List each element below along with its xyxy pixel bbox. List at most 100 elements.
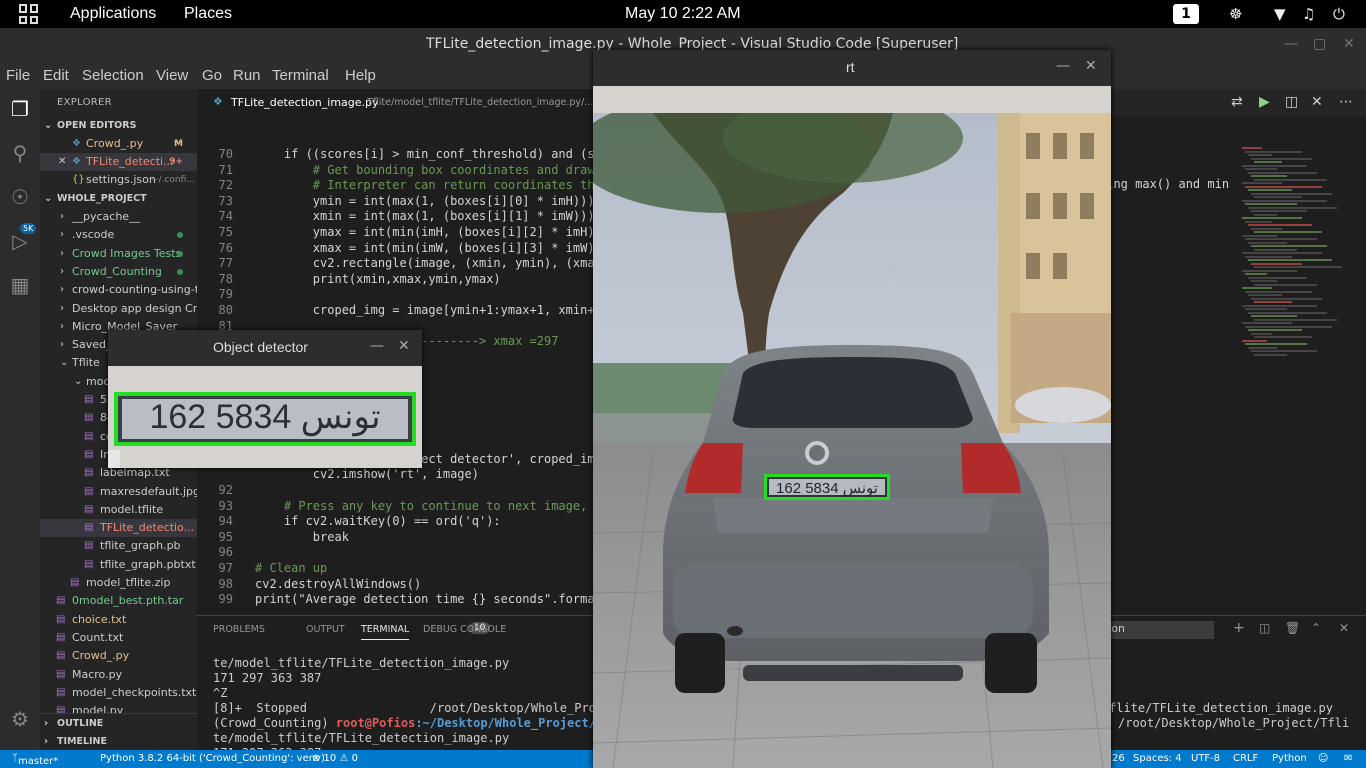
tab-problems[interactable]: PROBLEMS xyxy=(213,624,265,635)
source-control-icon[interactable]: ☉ xyxy=(8,185,32,209)
minimize-icon[interactable]: — xyxy=(1056,58,1070,74)
run-icon[interactable]: ▶ xyxy=(1259,94,1270,110)
minimap-line xyxy=(1245,343,1307,345)
minimap-line xyxy=(1254,336,1312,338)
chevron-up-icon[interactable]: ⌃ xyxy=(1311,621,1321,635)
maximize-icon[interactable]: ▢ xyxy=(1313,36,1326,52)
indentation[interactable]: Spaces: 4 xyxy=(1133,753,1182,764)
explorer-item-label: model_checkpoints.txt xyxy=(72,685,197,699)
run-debug-icon[interactable]: ▷ xyxy=(8,229,32,253)
line-number: 71 xyxy=(218,162,233,177)
applications-menu[interactable]: Applications xyxy=(70,5,156,23)
explorer-folder[interactable]: › Crowd_Counting xyxy=(40,263,197,281)
explorer-folder[interactable]: › Desktop app design Crow xyxy=(40,300,197,318)
explorer-file[interactable]: ▤ tflite_graph.pbtxt xyxy=(40,556,197,574)
explorer-file[interactable]: ▤ TFLite_detectio... xyxy=(40,519,197,538)
minimap-line xyxy=(1245,185,1322,188)
line-ending[interactable]: CRLF xyxy=(1233,753,1258,764)
minimap[interactable] xyxy=(1236,117,1354,607)
open-editors-section[interactable]: ⌄ OPEN EDITORS xyxy=(40,117,197,135)
menu-file[interactable]: File xyxy=(6,67,30,84)
code-line: cv2.rectangle(image, (xmin, ymin), (xmax xyxy=(255,256,602,271)
people-icon[interactable]: ☸ xyxy=(1229,5,1242,23)
explorer-file[interactable]: ▤ choice.txt xyxy=(40,611,197,629)
power-icon[interactable]: ⏻ xyxy=(1333,5,1345,23)
clock[interactable]: May 10 2:22 AM xyxy=(625,5,741,23)
notifications-icon[interactable]: ✉ xyxy=(1344,753,1352,764)
explorer-folder[interactable]: › .vscode xyxy=(40,226,197,244)
tab-output[interactable]: OUTPUT xyxy=(306,624,345,635)
add-terminal-icon[interactable]: + xyxy=(1233,620,1245,636)
close-icon[interactable]: ✕ xyxy=(1085,58,1097,74)
minimap-line xyxy=(1248,154,1272,156)
open-editor-item-active[interactable]: ✕ ❖ TFLite_detecti... 9+ xyxy=(40,153,197,171)
wifi-icon[interactable]: ▼ xyxy=(1274,5,1286,23)
code-line: cv2.destroyAllWindows() xyxy=(255,576,422,591)
minimap-line xyxy=(1245,220,1272,223)
minimap-line xyxy=(1245,290,1312,293)
timeline-section[interactable]: › TIMELINE xyxy=(40,733,197,751)
menu-selection[interactable]: Selection xyxy=(82,67,144,84)
explorer-file[interactable]: ▤ model_tflite.zip xyxy=(40,574,197,592)
line-number: 76 xyxy=(218,240,233,255)
close-panel-icon[interactable]: ✕ xyxy=(1339,621,1349,635)
more-actions-icon[interactable]: ⋯ xyxy=(1339,94,1353,110)
tab-debug-console[interactable]: DEBUG CONSOLE xyxy=(423,624,506,635)
volume-icon[interactable]: ♫ xyxy=(1302,5,1315,23)
menu-edit[interactable]: Edit xyxy=(43,67,69,84)
menu-help[interactable]: Help xyxy=(345,67,376,84)
object-detector-window: Object detector — ✕ 162 تونس 5834 xyxy=(108,330,422,468)
problems-status[interactable]: ⊗ 10 ⚠ 0 xyxy=(312,753,358,764)
explorer-icon[interactable]: ❐ xyxy=(8,97,32,121)
minimize-icon[interactable]: — xyxy=(370,338,384,354)
terminal-select[interactable]: thon xyxy=(1094,621,1214,639)
menu-run[interactable]: Run xyxy=(233,67,261,84)
explorer-file[interactable]: ▤ Count.txt xyxy=(40,629,197,647)
app-grid-icon[interactable] xyxy=(19,4,39,24)
search-icon[interactable]: ⚲ xyxy=(8,141,32,165)
open-editor-item[interactable]: ❖ Crowd_.py M xyxy=(40,135,197,153)
explorer-file[interactable]: ▤ Macro.py xyxy=(40,666,197,684)
split-editor-icon[interactable]: ◫ xyxy=(1285,94,1298,110)
file-icon: ▤ xyxy=(56,631,66,643)
editor-tab[interactable]: ❖ TFLite_detection_image.py Tflite/model… xyxy=(197,89,593,117)
line-number: 78 xyxy=(218,271,233,286)
encoding[interactable]: UTF-8 xyxy=(1191,753,1220,764)
close-editor-icon[interactable]: ✕ xyxy=(1311,94,1323,110)
menu-view[interactable]: View xyxy=(156,67,188,84)
workspace-indicator[interactable]: 1 xyxy=(1173,4,1199,24)
feedback-icon[interactable]: ☺ xyxy=(1318,753,1328,764)
extensions-icon[interactable]: ▦ xyxy=(8,273,32,297)
settings-gear-icon[interactable]: ⚙ xyxy=(8,707,32,731)
explorer-file[interactable]: ▤ model.tflite xyxy=(40,501,197,519)
python-interpreter[interactable]: Python 3.8.2 64-bit ('Crowd_Counting': v… xyxy=(100,753,325,764)
tab-terminal[interactable]: TERMINAL xyxy=(361,624,410,640)
python-file-icon: ❖ xyxy=(213,95,223,108)
file-icon: ▤ xyxy=(84,430,94,442)
trash-icon[interactable]: 🗑 xyxy=(1285,621,1300,635)
close-icon[interactable]: ✕ xyxy=(398,338,410,354)
explorer-file[interactable]: ▤ tflite_graph.pb xyxy=(40,537,197,555)
minimize-icon[interactable]: — xyxy=(1284,36,1298,52)
explorer-folder[interactable]: › __pycache__ xyxy=(40,208,197,226)
git-branch[interactable]: ᛉ master* xyxy=(12,753,58,767)
line-number: 77 xyxy=(218,256,233,271)
compare-icon[interactable]: ⇄ xyxy=(1231,94,1243,110)
menu-terminal[interactable]: Terminal xyxy=(272,67,329,84)
places-menu[interactable]: Places xyxy=(184,5,232,23)
outline-section[interactable]: › OUTLINE xyxy=(40,715,197,733)
close-icon[interactable]: ✕ xyxy=(1343,36,1355,52)
explorer-file[interactable]: ▤ 0model_best.pth.tar xyxy=(40,592,197,610)
cursor-position[interactable]: 26 xyxy=(1112,753,1125,764)
language-mode[interactable]: Python xyxy=(1272,753,1307,764)
open-editor-item[interactable]: {} settings.json ~/.confi... xyxy=(40,171,197,189)
explorer-file[interactable]: ▤ Crowd_.py xyxy=(40,647,197,665)
explorer-file[interactable]: ▤ maxresdefault.jpg xyxy=(40,483,197,501)
project-section[interactable]: ⌄ WHOLE_PROJECT xyxy=(40,190,197,208)
explorer-folder[interactable]: › Crowd Images Tests xyxy=(40,245,197,263)
menu-go[interactable]: Go xyxy=(202,67,222,84)
explorer-file[interactable]: ▤ model_checkpoints.txt xyxy=(40,684,197,702)
split-terminal-icon[interactable]: ◫ xyxy=(1259,621,1270,635)
explorer-folder[interactable]: › crowd-counting-using-te... xyxy=(40,281,197,299)
chevron-down-icon: ⌄ xyxy=(74,375,83,387)
